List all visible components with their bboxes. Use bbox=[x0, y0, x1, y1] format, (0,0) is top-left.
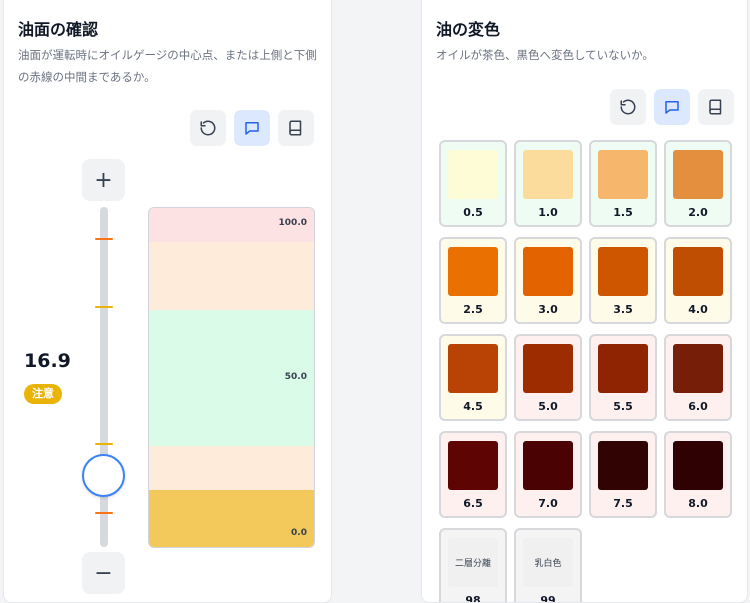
book-icon bbox=[289, 120, 302, 136]
level-value: 16.9 bbox=[24, 350, 71, 372]
comment-button[interactable] bbox=[654, 89, 690, 125]
oil-color-card: 油の変色 オイルが茶色、黒色へ変色していないか。 0.5 1.0 1.5 2.0 2.5… bbox=[421, 0, 748, 603]
color-chip bbox=[598, 441, 648, 490]
color-chip bbox=[598, 344, 648, 393]
manual-button[interactable] bbox=[698, 89, 734, 125]
oil-color-toolbar bbox=[610, 89, 734, 125]
oil-level-title: 油面の確認 bbox=[18, 20, 99, 39]
color-swatch[interactable]: 8.0 bbox=[664, 431, 732, 518]
swatch-label: 7.0 bbox=[538, 497, 558, 510]
color-swatch[interactable]: 乳白色 99 bbox=[514, 528, 582, 603]
red-line-upper bbox=[95, 238, 113, 240]
swatch-label: 99 bbox=[540, 594, 556, 603]
color-chip: 乳白色 bbox=[523, 538, 573, 587]
color-chip bbox=[523, 441, 573, 490]
color-swatch[interactable]: 4.5 bbox=[439, 334, 507, 421]
swatch-label: 1.5 bbox=[613, 206, 633, 219]
color-chip bbox=[448, 441, 498, 490]
color-swatch[interactable]: 4.0 bbox=[664, 237, 732, 324]
red-line-lower bbox=[95, 512, 113, 514]
reset-icon bbox=[620, 99, 636, 115]
reset-button[interactable] bbox=[610, 89, 646, 125]
gauge-band-upper-caution bbox=[149, 242, 314, 310]
comment-button[interactable] bbox=[234, 110, 270, 146]
color-chip bbox=[448, 344, 498, 393]
color-swatch[interactable]: 1.5 bbox=[589, 140, 657, 227]
book-icon bbox=[709, 99, 722, 115]
oil-gauge: 100.0 50.0 0.0 bbox=[148, 207, 315, 548]
color-swatch[interactable]: 2.5 bbox=[439, 237, 507, 324]
swatch-label: 2.5 bbox=[463, 303, 483, 316]
swatch-label: 5.0 bbox=[538, 400, 558, 413]
swatch-label: 3.0 bbox=[538, 303, 558, 316]
swatch-label: 4.0 bbox=[688, 303, 708, 316]
color-swatch[interactable]: 0.5 bbox=[439, 140, 507, 227]
gauge-band-oil-fill bbox=[149, 490, 314, 547]
color-chip bbox=[673, 344, 723, 393]
color-swatch[interactable]: 7.5 bbox=[589, 431, 657, 518]
color-chip bbox=[523, 150, 573, 199]
manual-button[interactable] bbox=[278, 110, 314, 146]
swatch-label: 6.5 bbox=[463, 497, 483, 510]
caution-line-upper bbox=[95, 306, 113, 308]
color-swatch[interactable]: 6.0 bbox=[664, 334, 732, 421]
color-swatch[interactable]: 5.5 bbox=[589, 334, 657, 421]
reset-icon bbox=[200, 120, 216, 136]
status-badge: 注意 bbox=[24, 384, 62, 404]
color-swatch[interactable]: 2.0 bbox=[664, 140, 732, 227]
swatch-label: 7.5 bbox=[613, 497, 633, 510]
reset-button[interactable] bbox=[190, 110, 226, 146]
color-chip bbox=[523, 344, 573, 393]
color-chip: 二層分離 bbox=[448, 538, 498, 587]
swatch-label: 3.5 bbox=[613, 303, 633, 316]
swatch-label: 2.0 bbox=[688, 206, 708, 219]
decrease-button[interactable]: − bbox=[82, 552, 125, 594]
swatch-label: 5.5 bbox=[613, 400, 633, 413]
swatch-label: 4.5 bbox=[463, 400, 483, 413]
swatch-label: 98 bbox=[465, 594, 481, 603]
comment-icon bbox=[665, 101, 679, 114]
color-chip bbox=[598, 150, 648, 199]
oil-color-description: オイルが茶色、黒色へ変色していないか。 bbox=[436, 48, 654, 62]
comment-icon bbox=[245, 122, 259, 135]
color-chip bbox=[448, 247, 498, 296]
oil-level-description: 油面が運転時にオイルゲージの中心点、または上側と下側の赤線の中間まであるか。 bbox=[18, 48, 317, 84]
level-slider-handle[interactable] bbox=[82, 454, 125, 497]
color-chip bbox=[523, 247, 573, 296]
increase-button[interactable]: + bbox=[82, 159, 125, 201]
oil-level-toolbar bbox=[190, 110, 314, 146]
color-swatch[interactable]: 5.0 bbox=[514, 334, 582, 421]
oil-color-title: 油の変色 bbox=[436, 20, 501, 39]
color-swatch[interactable]: 6.5 bbox=[439, 431, 507, 518]
gauge-label-mid: 50.0 bbox=[284, 372, 307, 382]
gauge-label-min: 0.0 bbox=[291, 528, 307, 538]
color-swatch[interactable]: 3.5 bbox=[589, 237, 657, 324]
swatch-label: 6.0 bbox=[688, 400, 708, 413]
gauge-label-max: 100.0 bbox=[278, 218, 307, 228]
color-swatch[interactable]: 二層分離 98 bbox=[439, 528, 507, 603]
caution-line-lower bbox=[95, 443, 113, 445]
swatch-label: 0.5 bbox=[463, 206, 483, 219]
color-chip bbox=[598, 247, 648, 296]
gauge-band-lower-caution bbox=[149, 446, 314, 490]
color-swatch[interactable]: 7.0 bbox=[514, 431, 582, 518]
color-chip bbox=[673, 150, 723, 199]
color-chip bbox=[448, 150, 498, 199]
color-swatch[interactable]: 3.0 bbox=[514, 237, 582, 324]
oil-level-card: 油面の確認 油面が運転時にオイルゲージの中心点、または上側と下側の赤線の中間まで… bbox=[3, 0, 332, 603]
color-chip bbox=[673, 247, 723, 296]
swatch-label: 8.0 bbox=[688, 497, 708, 510]
swatch-label: 1.0 bbox=[538, 206, 558, 219]
color-swatch[interactable]: 1.0 bbox=[514, 140, 582, 227]
color-chip bbox=[673, 441, 723, 490]
